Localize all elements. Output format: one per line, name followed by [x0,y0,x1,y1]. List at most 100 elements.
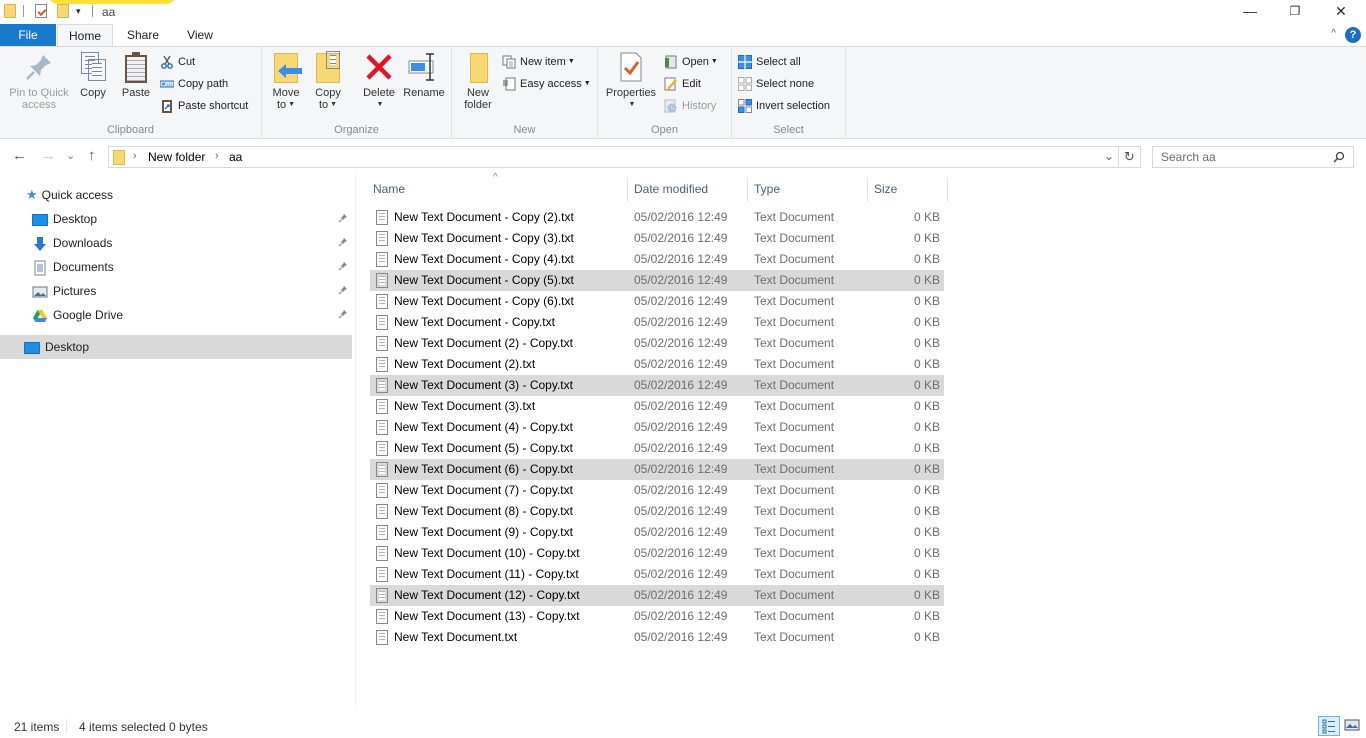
search-input[interactable] [1153,147,1323,167]
new-item-button[interactable]: New item ▼ [502,52,575,72]
tab-home[interactable]: Home [57,24,113,46]
column-header-size[interactable]: Size [874,182,897,196]
file-row[interactable]: New Text Document (9) - Copy.txt 05/02/20… [370,522,944,543]
nav-item-desktop[interactable]: Desktop [32,207,352,231]
column-divider[interactable] [947,178,948,202]
select-all-button[interactable]: Select all [738,52,801,72]
file-row[interactable]: New Text Document (2).txt 05/02/2016 12:4… [370,354,944,375]
file-row[interactable]: New Text Document (3).txt 05/02/2016 12:4… [370,396,944,417]
up-button[interactable]: ↑ [88,148,96,164]
details-view-button[interactable] [1318,716,1340,736]
nav-item-label: Google Drive [53,308,124,322]
file-row[interactable]: New Text Document (6) - Copy.txt 05/02/20… [370,459,944,480]
pin-icon[interactable] [338,303,348,327]
file-row[interactable]: New Text Document - Copy.txt 05/02/2016 1… [370,312,944,333]
nav-item-google-drive[interactable]: Google Drive [32,303,352,327]
paste-button[interactable]: Paste [118,51,154,99]
forward-button[interactable]: → [41,148,56,164]
breadcrumb-aa[interactable]: aa [229,150,242,164]
nav-quick-access[interactable]: ★ Quick access [26,183,113,207]
recent-locations-button[interactable]: ⌄ [66,148,75,164]
rename-button[interactable]: Rename [402,51,446,99]
file-row[interactable]: New Text Document.txt 05/02/2016 12:49 Tex… [370,627,944,648]
select-none-button[interactable]: Select none [738,74,814,94]
invert-selection-button[interactable]: Invert selection [738,96,830,116]
text-file-icon [376,588,388,603]
nav-item-pictures[interactable]: Pictures [32,279,352,303]
file-size: 0 KB [913,294,940,308]
edit-button[interactable]: Edit [664,74,701,94]
history-button[interactable]: History [664,96,716,116]
tab-share[interactable]: Share [115,24,171,46]
pin-icon[interactable] [338,231,348,255]
file-row[interactable]: New Text Document (11) - Copy.txt 05/02/2… [370,564,944,585]
breadcrumb-separator[interactable]: › [133,150,137,162]
nav-item-documents[interactable]: Documents [32,255,352,279]
organize-group: Move to ▼ Copy to ▼ Delete ▼ Rename Organi… [262,47,452,139]
column-divider[interactable] [867,178,868,202]
nav-item-downloads[interactable]: Downloads [32,231,352,255]
tab-view[interactable]: View [172,24,228,46]
new-folder-button[interactable]: New folder [460,51,496,111]
file-row[interactable]: New Text Document - Copy (5).txt 05/02/20… [370,270,944,291]
breadcrumb-separator[interactable]: › [215,150,219,162]
column-header-type[interactable]: Type [754,182,780,196]
search-icon[interactable] [1333,151,1345,163]
column-header-date[interactable]: Date modified [634,182,708,196]
file-row[interactable]: New Text Document - Copy (4).txt 05/02/20… [370,249,944,270]
tab-file[interactable]: File [0,24,56,46]
file-row[interactable]: New Text Document (7) - Copy.txt 05/02/20… [370,480,944,501]
address-bar[interactable]: › New folder › aa ⌄ [108,146,1119,168]
pin-icon[interactable] [338,279,348,303]
file-row[interactable]: New Text Document (2) - Copy.txt 05/02/20… [370,333,944,354]
file-row[interactable]: New Text Document (12) - Copy.txt 05/02/2… [370,585,944,606]
customize-dropdown-icon[interactable]: ▾ [76,6,81,16]
new-folder-icon[interactable] [57,4,69,18]
address-dropdown-icon[interactable]: ⌄ [1104,149,1114,163]
pin-icon[interactable] [338,207,348,231]
move-to-button[interactable]: Move to ▼ [268,51,304,111]
file-row[interactable]: New Text Document - Copy (2).txt 05/02/20… [370,207,944,228]
file-row[interactable]: New Text Document - Copy (3).txt 05/02/20… [370,228,944,249]
large-icons-view-button[interactable] [1342,716,1364,736]
breadcrumb-new-folder[interactable]: New folder [148,150,205,164]
properties-icon[interactable] [35,4,47,18]
delete-button[interactable]: Delete ▼ [360,51,398,111]
open-button[interactable]: Open ▼ [664,52,718,72]
collapse-ribbon-icon[interactable]: ^ [1331,28,1336,39]
cut-button[interactable]: Cut [160,52,195,72]
copy-to-button[interactable]: Copy to ▼ [310,51,346,111]
close-button[interactable]: ✕ [1318,0,1364,24]
file-size: 0 KB [913,315,940,329]
refresh-button[interactable]: ↻ [1119,146,1141,168]
nav-desktop-root[interactable]: Desktop [0,335,352,359]
back-button[interactable]: ← [12,148,27,164]
properties-button[interactable]: Properties ▼ [604,51,658,111]
minimize-button[interactable]: — [1227,0,1273,24]
easy-access-button[interactable]: Easy access ▼ [502,74,591,94]
file-row[interactable]: New Text Document (4) - Copy.txt 05/02/20… [370,417,944,438]
column-divider[interactable] [747,178,748,202]
file-row[interactable]: New Text Document (8) - Copy.txt 05/02/20… [370,501,944,522]
copy-button[interactable]: Copy [76,51,110,99]
help-icon[interactable]: ? [1345,27,1361,43]
search-box[interactable] [1152,146,1354,168]
file-row[interactable]: New Text Document (13) - Copy.txt 05/02/2… [370,606,944,627]
column-divider[interactable] [627,178,628,202]
file-row[interactable]: New Text Document (5) - Copy.txt 05/02/20… [370,438,944,459]
file-date: 05/02/2016 12:49 [634,252,728,266]
file-row[interactable]: New Text Document (3) - Copy.txt 05/02/20… [370,375,944,396]
file-name: New Text Document (2) - Copy.txt [394,336,573,350]
column-header-name[interactable]: Name [373,182,405,196]
maximize-button[interactable]: ❐ [1272,0,1318,24]
copy-path-button[interactable]: Copy path [159,74,228,94]
nav-item-label: Documents [53,260,114,274]
pin-to-quick-access-button[interactable]: Pin to Quick access [4,51,74,111]
pane-splitter[interactable] [355,174,356,706]
file-row[interactable]: New Text Document - Copy (6).txt 05/02/20… [370,291,944,312]
qat-separator [23,5,24,17]
file-row[interactable]: New Text Document (10) - Copy.txt 05/02/2… [370,543,944,564]
file-date: 05/02/2016 12:49 [634,504,728,518]
paste-shortcut-button[interactable]: Paste shortcut [160,96,248,116]
pin-icon[interactable] [338,255,348,279]
